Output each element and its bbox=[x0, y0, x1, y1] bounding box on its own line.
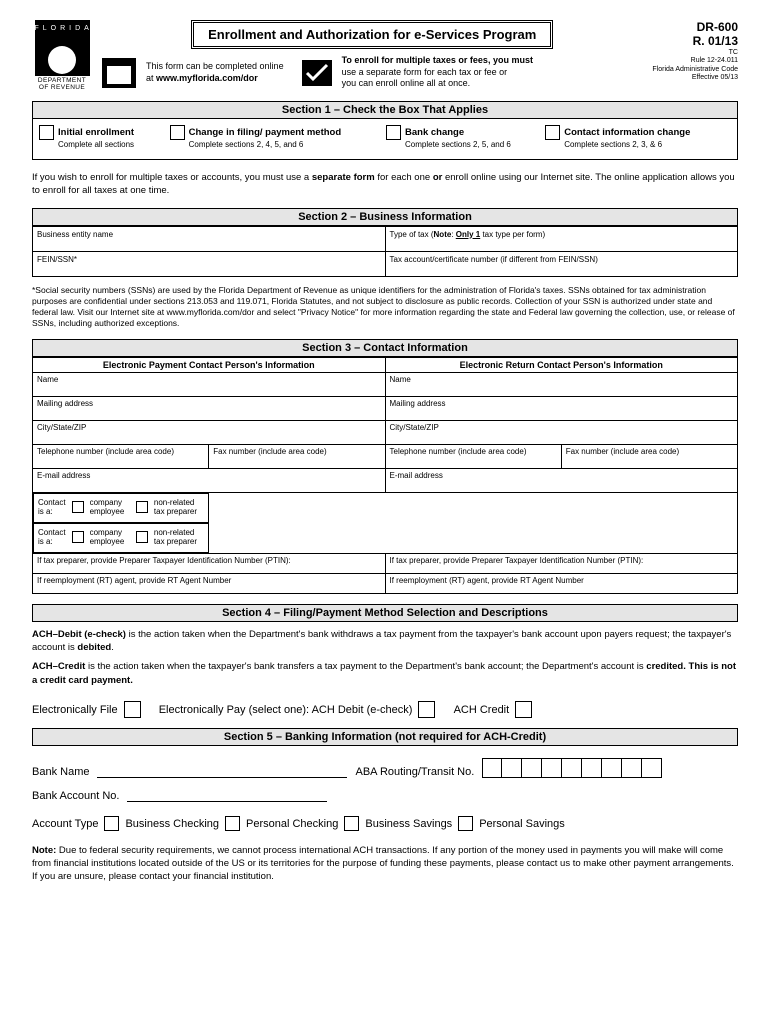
checkbox-ach-credit[interactable] bbox=[515, 701, 532, 718]
field-business-entity-name[interactable]: Business entity name bbox=[33, 226, 386, 251]
checkmark-icon bbox=[302, 60, 332, 86]
ach-credit-description: ACH–Credit is the action taken when the … bbox=[32, 660, 738, 687]
checkbox-contact-change[interactable] bbox=[545, 125, 560, 140]
ssn-disclosure-note: *Social security numbers (SSNs) are used… bbox=[32, 285, 738, 329]
field-return-mailing[interactable]: Mailing address bbox=[385, 396, 738, 420]
checkbox-personal-savings[interactable] bbox=[458, 816, 473, 831]
section-4-header: Section 4 – Filing/Payment Method Select… bbox=[32, 604, 738, 622]
field-payment-name[interactable]: Name bbox=[33, 372, 386, 396]
checkbox-business-savings[interactable] bbox=[344, 816, 359, 831]
form-number-block: DR-600 R. 01/13 TC Rule 12-24.011 Florid… bbox=[652, 20, 738, 82]
return-contact-type: Contact is a: company employee non-relat… bbox=[33, 523, 209, 553]
field-fein-ssn[interactable]: FEIN/SSN* bbox=[33, 251, 386, 276]
computer-icon bbox=[102, 58, 136, 88]
section-1-options: Initial enrollment Complete all sections… bbox=[32, 119, 738, 160]
section-3-header: Section 3 – Contact Information bbox=[32, 339, 738, 357]
checkbox-personal-checking[interactable] bbox=[225, 816, 240, 831]
field-payment-phone[interactable]: Telephone number (include area code) bbox=[33, 444, 209, 468]
form-title: Enrollment and Authorization for e-Servi… bbox=[191, 20, 553, 49]
logo-word: FLORIDA bbox=[35, 20, 90, 38]
label-aba: ABA Routing/Transit No. bbox=[355, 766, 474, 778]
field-aba-routing[interactable] bbox=[482, 758, 662, 778]
field-tax-account-number[interactable]: Tax account/certificate number (if diffe… bbox=[385, 251, 738, 276]
checkbox-payment-preparer[interactable] bbox=[136, 501, 148, 513]
payment-contact-type: Contact is a: company employee non-relat… bbox=[33, 493, 209, 523]
filing-payment-selection: Electronically File Electronically Pay (… bbox=[32, 701, 738, 718]
logo-dept: DEPARTMENTOF REVENUE bbox=[35, 76, 90, 91]
section-3-table: Electronic Payment Contact Person's Info… bbox=[32, 357, 738, 594]
field-bank-name[interactable] bbox=[97, 766, 347, 778]
field-payment-fax[interactable]: Fax number (include area code) bbox=[209, 444, 385, 468]
field-payment-rt[interactable]: If reemployment (RT) agent, provide RT A… bbox=[33, 573, 386, 593]
field-payment-mailing[interactable]: Mailing address bbox=[33, 396, 386, 420]
field-return-phone[interactable]: Telephone number (include area code) bbox=[385, 444, 561, 468]
online-completion-text: This form can be completed onlineat www.… bbox=[146, 61, 284, 84]
field-return-name[interactable]: Name bbox=[385, 372, 738, 396]
label-bank-name: Bank Name bbox=[32, 766, 89, 778]
checkbox-return-employee[interactable] bbox=[72, 531, 84, 543]
field-payment-email[interactable]: E-mail address bbox=[33, 468, 386, 492]
checkbox-ach-debit[interactable] bbox=[418, 701, 435, 718]
col-return-contact: Electronic Return Contact Person's Infor… bbox=[385, 357, 738, 372]
field-return-city[interactable]: City/State/ZIP bbox=[385, 420, 738, 444]
field-payment-ptin[interactable]: If tax preparer, provide Preparer Taxpay… bbox=[33, 553, 386, 573]
checkbox-electronically-file[interactable] bbox=[124, 701, 141, 718]
multiple-tax-text: To enroll for multiple taxes or fees, yo… bbox=[342, 55, 533, 90]
checkbox-business-checking[interactable] bbox=[104, 816, 119, 831]
section-1-header: Section 1 – Check the Box That Applies bbox=[32, 101, 738, 119]
field-payment-city[interactable]: City/State/ZIP bbox=[33, 420, 386, 444]
section-2-table: Business entity name Type of tax (Note: … bbox=[32, 226, 738, 277]
logo-sun-icon bbox=[35, 38, 90, 76]
form-header: FLORIDA DEPARTMENTOF REVENUE Enrollment … bbox=[32, 20, 738, 91]
field-tax-type[interactable]: Type of tax (Note: Only 1 tax type per f… bbox=[385, 226, 738, 251]
field-return-email[interactable]: E-mail address bbox=[385, 468, 738, 492]
international-ach-note: Note: Due to federal security requiremen… bbox=[32, 845, 738, 883]
col-payment-contact: Electronic Payment Contact Person's Info… bbox=[33, 357, 386, 372]
checkbox-return-preparer[interactable] bbox=[136, 531, 148, 543]
label-bank-account: Bank Account No. bbox=[32, 790, 119, 802]
account-type-row: Account Type Business Checking Personal … bbox=[32, 816, 738, 831]
field-return-rt[interactable]: If reemployment (RT) agent, provide RT A… bbox=[385, 573, 738, 593]
checkbox-payment-employee[interactable] bbox=[72, 501, 84, 513]
field-return-fax[interactable]: Fax number (include area code) bbox=[561, 444, 737, 468]
multiple-tax-paragraph: If you wish to enroll for multiple taxes… bbox=[32, 172, 738, 198]
checkbox-bank-change[interactable] bbox=[386, 125, 401, 140]
florida-dor-logo: FLORIDA DEPARTMENTOF REVENUE bbox=[32, 20, 92, 91]
checkbox-initial-enrollment[interactable] bbox=[39, 125, 54, 140]
field-return-ptin[interactable]: If tax preparer, provide Preparer Taxpay… bbox=[385, 553, 738, 573]
checkbox-change-filing[interactable] bbox=[170, 125, 185, 140]
section-2-header: Section 2 – Business Information bbox=[32, 208, 738, 226]
field-bank-account[interactable] bbox=[127, 790, 327, 802]
section-5-header: Section 5 – Banking Information (not req… bbox=[32, 728, 738, 746]
ach-debit-description: ACH–Debit (e-check) is the action taken … bbox=[32, 628, 738, 655]
